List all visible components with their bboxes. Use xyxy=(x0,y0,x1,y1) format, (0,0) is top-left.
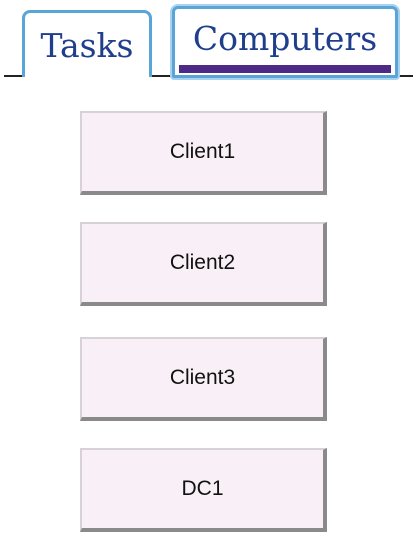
computer-list: Client1 Client2 Client3 DC1 xyxy=(0,0,417,546)
computer-button-label: DC1 xyxy=(181,477,224,500)
computer-button-dc1[interactable]: DC1 xyxy=(80,448,327,532)
computer-button-client2[interactable]: Client2 xyxy=(80,222,327,306)
computer-button-label: Client1 xyxy=(169,140,236,163)
computer-button-label: Client3 xyxy=(169,366,236,389)
computer-button-client3[interactable]: Client3 xyxy=(80,337,327,421)
computer-button-label: Client2 xyxy=(169,251,236,274)
computer-button-client1[interactable]: Client1 xyxy=(80,111,327,195)
